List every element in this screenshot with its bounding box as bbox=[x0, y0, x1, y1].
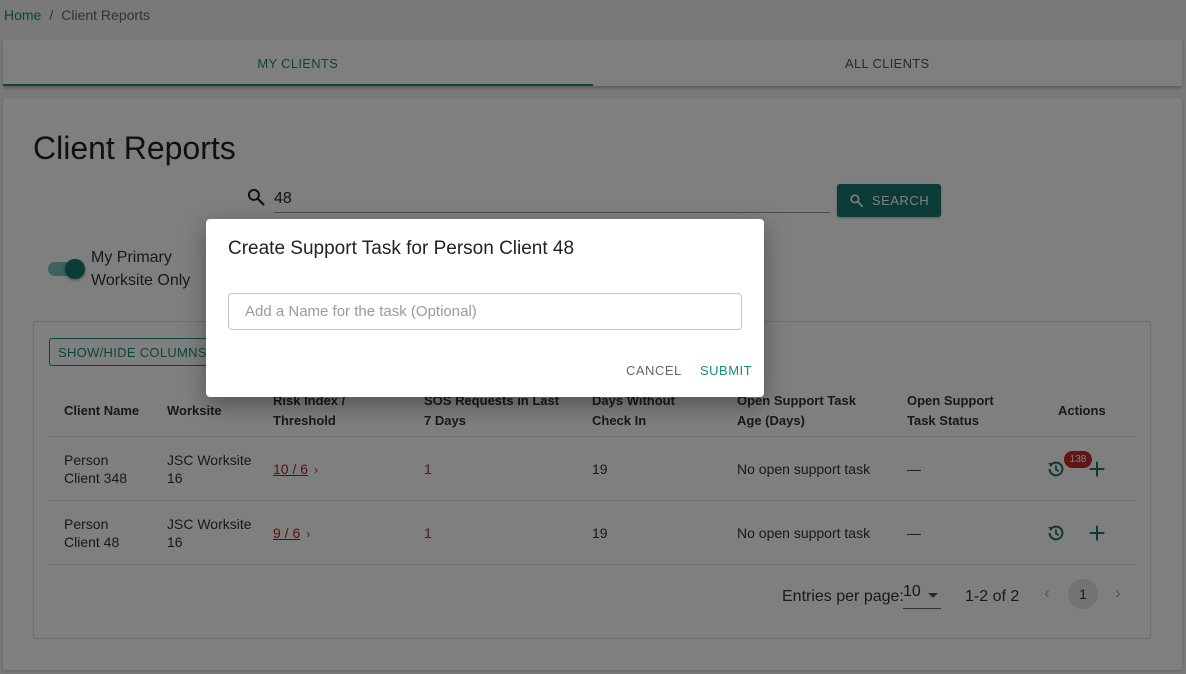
task-name-input[interactable] bbox=[228, 293, 742, 330]
cancel-button[interactable]: CANCEL bbox=[626, 363, 682, 378]
submit-button[interactable]: SUBMIT bbox=[700, 363, 752, 378]
dialog-title: Create Support Task for Person Client 48 bbox=[228, 238, 575, 259]
create-support-task-dialog: Create Support Task for Person Client 48… bbox=[206, 219, 764, 397]
